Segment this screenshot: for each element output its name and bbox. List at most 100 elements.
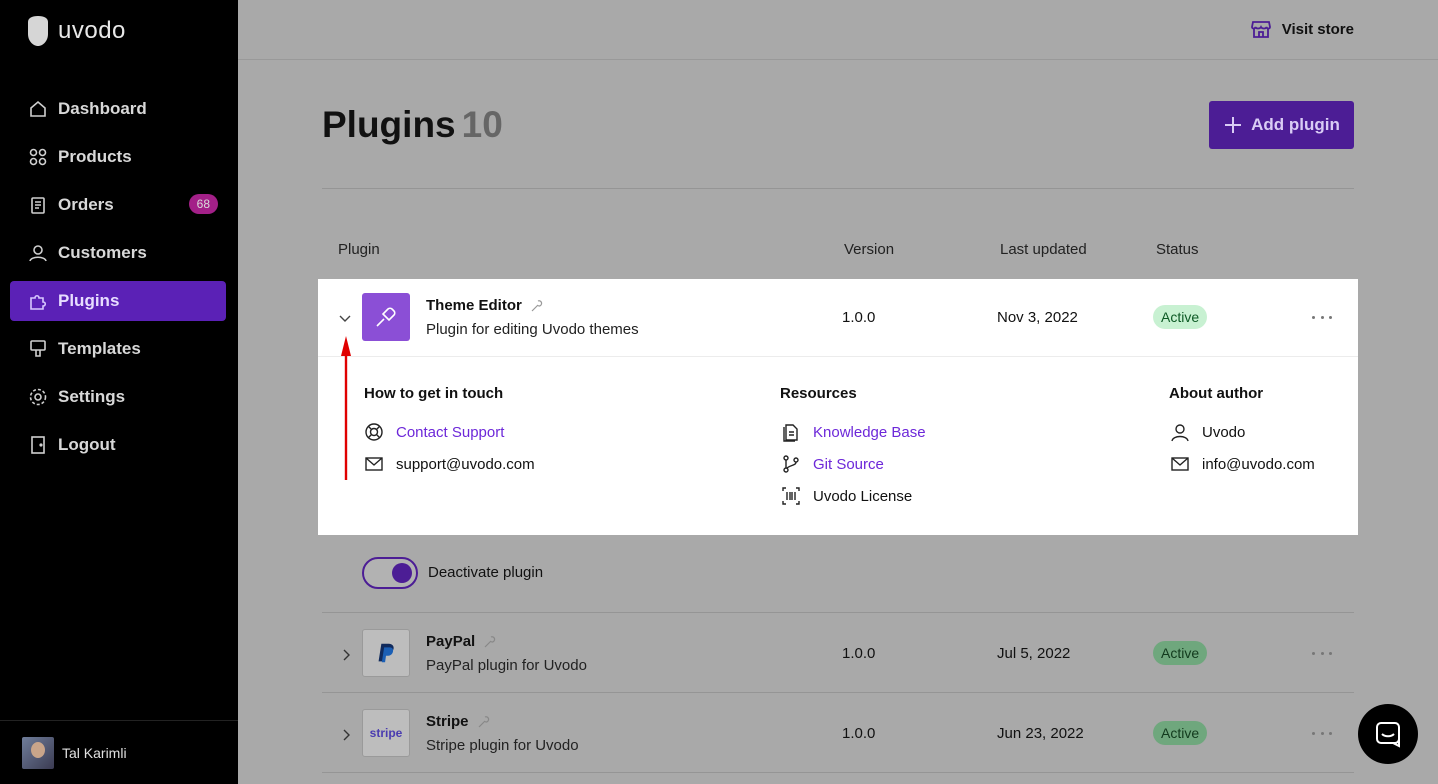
- plugin-description: Plugin for editing Uvodo themes: [426, 321, 639, 338]
- annotation-arrow-icon: [341, 336, 351, 480]
- chevron-down-icon[interactable]: [337, 310, 353, 326]
- wrench-icon[interactable]: [483, 635, 497, 649]
- page-title: Plugins 10: [322, 104, 503, 146]
- visit-store-link[interactable]: Visit store: [1250, 18, 1354, 40]
- chevron-right-icon[interactable]: [338, 647, 354, 663]
- sidebar-item-customers[interactable]: Customers: [10, 233, 226, 273]
- paypal-plugin-icon: [362, 629, 410, 677]
- sidebar-item-label: Plugins: [58, 291, 120, 310]
- sidebar-item-label: Settings: [58, 387, 126, 406]
- toggle-knob: [392, 563, 412, 583]
- sidebar-nav: Dashboard Products Orders 68 Customers P…: [10, 89, 226, 473]
- user-name: Tal Karimli: [62, 744, 127, 761]
- page-title-text: Plugins: [322, 104, 456, 145]
- plugin-name-text: Theme Editor: [426, 297, 522, 314]
- wrench-icon[interactable]: [477, 715, 491, 729]
- divider: [322, 188, 1354, 189]
- plugin-version: 1.0.0: [842, 309, 876, 326]
- column-header-last-updated[interactable]: Last updated: [1000, 241, 1087, 258]
- more-options-icon[interactable]: [1312, 650, 1332, 656]
- plugin-updated: Nov 3, 2022: [997, 309, 1078, 326]
- resources-section-title: Resources: [780, 385, 857, 402]
- git-branch-icon: [783, 455, 799, 473]
- more-options-icon[interactable]: [1312, 730, 1332, 736]
- sidebar-item-dashboard[interactable]: Dashboard: [10, 89, 226, 129]
- divider: [322, 612, 1354, 613]
- grid-icon: [28, 147, 48, 167]
- contact-support-row[interactable]: Contact Support: [364, 422, 504, 442]
- brush-icon: [28, 339, 48, 359]
- column-header-version[interactable]: Version: [844, 241, 894, 258]
- plugin-name[interactable]: PayPal: [426, 633, 497, 650]
- barcode-icon: [782, 487, 800, 505]
- git-source-link[interactable]: Git Source: [813, 456, 884, 473]
- lifebuoy-icon: [365, 423, 383, 441]
- sidebar-item-templates[interactable]: Templates: [10, 329, 226, 369]
- sidebar-item-label: Customers: [58, 243, 147, 262]
- stripe-plugin-icon: stripe: [362, 709, 410, 757]
- visit-store-label: Visit store: [1281, 20, 1354, 38]
- door-icon: [28, 435, 48, 455]
- sidebar: uvodo Dashboard Products Orders 68 Custo…: [0, 0, 238, 784]
- status-badge: Active: [1153, 641, 1208, 665]
- document-icon: [783, 424, 798, 442]
- divider: [322, 772, 1354, 773]
- author-email: info@uvodo.com: [1202, 455, 1315, 473]
- deactivate-plugin-toggle[interactable]: [362, 557, 418, 589]
- plugin-name[interactable]: Theme Editor: [426, 297, 544, 314]
- clipboard-icon: [28, 195, 48, 215]
- pen-icon: [376, 307, 396, 327]
- sidebar-item-label: Products: [58, 147, 132, 166]
- sidebar-item-products[interactable]: Products: [10, 137, 226, 177]
- plugin-updated: Jul 5, 2022: [997, 645, 1071, 662]
- add-plugin-label: Add plugin: [1251, 115, 1340, 134]
- license-row[interactable]: Uvodo License: [781, 486, 912, 506]
- contact-support-link[interactable]: Contact Support: [396, 424, 504, 441]
- sidebar-item-orders[interactable]: Orders 68: [10, 185, 226, 225]
- plugin-count: 10: [461, 104, 503, 145]
- support-email-row: support@uvodo.com: [364, 454, 535, 474]
- chat-launcher-button[interactable]: [1358, 704, 1418, 764]
- mail-icon: [1171, 457, 1189, 471]
- plugin-updated: Jun 23, 2022: [997, 725, 1084, 742]
- column-header-plugin[interactable]: Plugin: [338, 241, 380, 258]
- plugin-description: PayPal plugin for Uvodo: [426, 657, 587, 674]
- plugin-name[interactable]: Stripe: [426, 713, 491, 730]
- plugin-description: Stripe plugin for Uvodo: [426, 737, 579, 754]
- home-icon: [28, 99, 48, 119]
- plugin-name-text: PayPal: [426, 633, 476, 650]
- author-section-title: About author: [1169, 385, 1264, 402]
- gear-icon: [28, 387, 48, 407]
- author-name: Uvodo: [1202, 423, 1246, 441]
- wrench-icon[interactable]: [530, 299, 544, 313]
- theme-editor-plugin-icon: [362, 293, 410, 341]
- uvodo-logo-icon: [28, 16, 48, 46]
- sidebar-item-plugins[interactable]: Plugins: [10, 281, 226, 321]
- status-badge: Active: [1153, 305, 1208, 329]
- plugin-name-text: Stripe: [426, 713, 469, 730]
- chevron-right-icon[interactable]: [338, 727, 354, 743]
- brand-logo[interactable]: uvodo: [26, 16, 126, 46]
- deactivate-plugin-label: Deactivate plugin: [428, 564, 544, 581]
- top-bar: Visit store: [238, 0, 1438, 60]
- plugin-version: 1.0.0: [842, 725, 876, 742]
- sidebar-item-label: Logout: [58, 435, 116, 454]
- knowledge-base-link[interactable]: Knowledge Base: [813, 424, 926, 441]
- divider: [322, 692, 1354, 693]
- add-plugin-button[interactable]: Add plugin: [1209, 101, 1354, 149]
- knowledge-base-row[interactable]: Knowledge Base: [781, 422, 926, 442]
- more-options-icon[interactable]: [1312, 314, 1332, 320]
- plugin-row-expanded: Theme Editor Plugin for editing Uvodo th…: [318, 279, 1358, 535]
- chat-icon: [1376, 722, 1400, 748]
- sidebar-item-settings[interactable]: Settings: [10, 377, 226, 417]
- sidebar-item-logout[interactable]: Logout: [10, 425, 226, 465]
- column-header-status[interactable]: Status: [1156, 241, 1199, 258]
- user-icon: [28, 243, 48, 263]
- contact-section-title: How to get in touch: [364, 385, 504, 402]
- license-text: Uvodo License: [813, 487, 913, 505]
- mail-icon: [365, 457, 383, 471]
- git-source-row[interactable]: Git Source: [781, 454, 884, 474]
- plugin-version: 1.0.0: [842, 645, 876, 662]
- plus-icon: [1225, 117, 1242, 133]
- user-profile[interactable]: Tal Karimli: [0, 720, 238, 784]
